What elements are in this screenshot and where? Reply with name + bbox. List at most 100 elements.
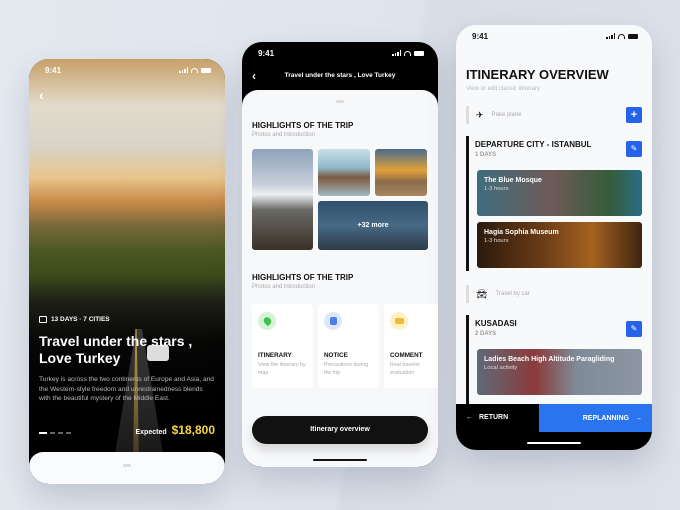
status-bar: 9:41: [29, 59, 225, 81]
wifi-icon: [404, 50, 411, 56]
expected-price: Expected $18,800: [135, 423, 215, 437]
pager-dot[interactable]: [50, 432, 55, 434]
content-sheet: HIGHLIGHTS OF THE TRIP Photos and introd…: [242, 90, 438, 467]
back-button[interactable]: ‹: [252, 68, 256, 84]
trip-meta: 13 DAYS · 7 CITIES: [39, 316, 110, 323]
status-time: 9:41: [258, 48, 275, 58]
pager-dot[interactable]: [58, 432, 63, 434]
arrow-right-icon: →: [635, 414, 642, 422]
card-subtitle: View the itinerary by map: [258, 362, 306, 376]
activity-card[interactable]: The Blue Mosque 1-3 hours: [477, 170, 642, 216]
replanning-button[interactable]: REPLANNING →: [539, 404, 652, 432]
pager-dot[interactable]: [66, 432, 71, 434]
photo-lake[interactable]: [318, 149, 370, 196]
activity-duration: Local activity: [484, 365, 518, 371]
comment-card[interactable]: COMMENT Real traveler evaluation: [384, 304, 438, 388]
activity-duration: 1-3 hours: [484, 238, 509, 244]
card-title: COMMENT: [390, 352, 423, 359]
price-value: $18,800: [171, 423, 215, 437]
edit-button[interactable]: ✎: [626, 321, 642, 337]
city-istanbul: DEPARTURE CITY - ISTANBUL 1 DAYS ✎ The B…: [466, 136, 642, 271]
photo-balloon[interactable]: [375, 149, 427, 196]
arrow-left-icon: ←: [466, 414, 473, 421]
back-button[interactable]: ‹: [39, 87, 44, 103]
trip-detail-screen: 9:41 ‹ 13 DAYS · 7 CITIES Travel under t…: [29, 59, 225, 484]
activity-duration: 1-3 hours: [484, 186, 509, 192]
bottom-sheet[interactable]: [29, 452, 225, 484]
document-icon: [324, 312, 342, 330]
city-days: 1 DAYS: [475, 152, 497, 158]
feature-cards: ITINERARY View the itinerary by map NOTI…: [252, 304, 438, 388]
signal-icon: [606, 33, 615, 39]
nav-title: Travel under the stars , Love Turkey: [284, 72, 396, 79]
status-time: 9:41: [45, 65, 62, 75]
battery-icon: [414, 50, 424, 56]
photo-more[interactable]: +32 more: [318, 201, 428, 250]
page-title: ITINERARY OVERVIEW: [466, 67, 609, 82]
activity-name: Hagia Sophia Museum: [484, 229, 559, 236]
transport-car: 🚘︎ Travel by car: [466, 285, 642, 303]
highlights-screen: 9:41 ‹ Travel under the stars , Love Tur…: [242, 42, 438, 467]
battery-icon: [201, 67, 211, 73]
trip-title: Travel under the stars , Love Turkey: [39, 333, 193, 366]
trip-meta-text: 13 DAYS · 7 CITIES: [51, 316, 110, 323]
plane-icon: ✈: [476, 109, 484, 120]
status-icons: [392, 50, 424, 56]
transport-label: Pake plane: [491, 112, 522, 118]
map-pin-icon: [258, 312, 276, 330]
city-days: 2 DAYS: [475, 331, 497, 337]
pager-dots[interactable]: [39, 432, 71, 434]
wifi-icon: [191, 67, 198, 73]
return-button[interactable]: ← RETURN: [466, 414, 508, 421]
transport-label: Travel by car: [495, 291, 530, 297]
itinerary-overview-screen: 9:41 ITINERARY OVERVIEW View or edit cla…: [456, 25, 652, 450]
city-name: DEPARTURE CITY - ISTANBUL: [475, 140, 592, 149]
card-subtitle: Real traveler evaluation: [390, 362, 421, 376]
itinerary-overview-button[interactable]: Itinerary overview: [252, 416, 428, 444]
activity-card[interactable]: Hagia Sophia Museum 1-3 hours: [477, 222, 642, 268]
section-title: HIGHLIGHTS OF THE TRIP: [252, 121, 354, 130]
section-subtitle: Photos and introduction: [252, 284, 316, 290]
home-indicator: [313, 459, 367, 461]
status-bar: 9:41: [456, 25, 652, 47]
home-indicator: [527, 442, 581, 444]
return-label: RETURN: [479, 414, 509, 421]
wifi-icon: [618, 33, 625, 39]
calendar-icon: [39, 316, 47, 323]
pager-dot[interactable]: [39, 432, 47, 434]
comment-icon: [390, 312, 408, 330]
trip-description: Turkey is across the two continents of E…: [39, 376, 214, 402]
city-name: KUSADASI: [475, 319, 517, 328]
more-photos-label: +32 more: [357, 222, 389, 229]
card-title: ITINERARY: [258, 352, 292, 359]
activity-card[interactable]: Ladies Beach High Altitude Paragliding L…: [477, 349, 642, 395]
sheet-handle[interactable]: [336, 100, 344, 103]
signal-icon: [179, 67, 188, 73]
notice-card[interactable]: NOTICE Precautions during the trip: [318, 304, 379, 388]
transport-plane: ✈ Pake plane: [466, 106, 642, 124]
status-bar: 9:41: [242, 42, 438, 64]
activity-name: The Blue Mosque: [484, 177, 542, 184]
nav-bar: ‹ Travel under the stars , Love Turkey: [242, 68, 438, 84]
itinerary-card[interactable]: ITINERARY View the itinerary by map: [252, 304, 313, 388]
section-subtitle: Photos and introduction: [252, 132, 316, 138]
sheet-handle[interactable]: [123, 464, 131, 467]
edit-button[interactable]: ✎: [626, 141, 642, 157]
footer-bar: ← RETURN REPLANNING →: [456, 404, 652, 450]
city-kusadasi: KUSADASI 2 DAYS ✎ Ladies Beach High Alti…: [466, 315, 642, 405]
activity-name: Ladies Beach High Altitude Paragliding: [484, 356, 615, 363]
battery-icon: [628, 33, 638, 39]
signal-icon: [392, 50, 401, 56]
status-icons: [606, 33, 638, 39]
price-label: Expected: [135, 429, 167, 436]
status-time: 9:41: [472, 31, 489, 41]
page-subtitle: View or edit classic itinerary: [466, 86, 540, 92]
photo-mountain[interactable]: [252, 149, 313, 250]
card-subtitle: Precautions during the trip: [324, 362, 369, 376]
section-title: HIGHLIGHTS OF THE TRIP: [252, 273, 354, 282]
add-button[interactable]: +: [626, 107, 642, 123]
card-title: NOTICE: [324, 352, 348, 359]
status-icons: [179, 67, 211, 73]
replanning-label: REPLANNING: [582, 414, 629, 422]
car-icon: 🚘︎: [476, 288, 488, 299]
